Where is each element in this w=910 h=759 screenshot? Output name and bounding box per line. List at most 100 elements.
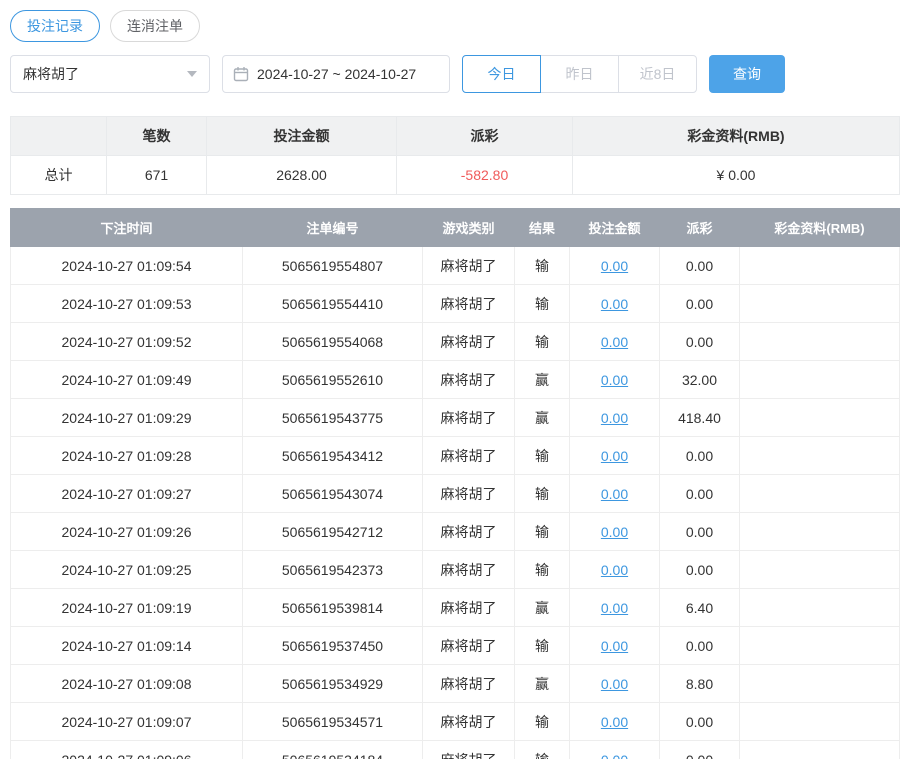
cell-bonus: [740, 247, 900, 285]
cell-bet-time: 2024-10-27 01:09:54: [11, 247, 243, 285]
bet-amount-link[interactable]: 0.00: [601, 334, 628, 350]
bet-amount-link[interactable]: 0.00: [601, 714, 628, 730]
cell-order-id: 5065619543775: [243, 399, 423, 437]
bet-amount-link[interactable]: 0.00: [601, 372, 628, 388]
cell-bonus: [740, 361, 900, 399]
cell-bonus: [740, 703, 900, 741]
cell-payout: 8.80: [660, 665, 740, 703]
bet-table: 下注时间 注单编号 游戏类别 结果 投注金额 派彩 彩金资料(RMB) 2024…: [10, 208, 900, 759]
summary-header-blank: [11, 117, 107, 156]
summary-header-bonus: 彩金资料(RMB): [573, 117, 900, 156]
bet-amount-link[interactable]: 0.00: [601, 296, 628, 312]
cell-order-id: 5065619543412: [243, 437, 423, 475]
summary-payout-value: -582.80: [397, 156, 573, 195]
cell-game-type: 麻将胡了: [423, 361, 515, 399]
cell-order-id: 5065619537450: [243, 627, 423, 665]
bet-table-body: 2024-10-27 01:09:545065619554807麻将胡了输0.0…: [11, 247, 900, 759]
cell-bonus: [740, 741, 900, 759]
date-range-value: 2024-10-27 ~ 2024-10-27: [257, 66, 416, 82]
bet-amount-link[interactable]: 0.00: [601, 600, 628, 616]
cell-game-type: 麻将胡了: [423, 399, 515, 437]
game-select[interactable]: 麻将胡了: [10, 55, 210, 93]
yesterday-button[interactable]: 昨日: [540, 55, 619, 93]
query-button[interactable]: 查询: [709, 55, 785, 93]
cell-game-type: 麻将胡了: [423, 551, 515, 589]
summary-header-row: 笔数 投注金额 派彩 彩金资料(RMB): [11, 117, 900, 156]
cell-bet-time: 2024-10-27 01:09:53: [11, 285, 243, 323]
cell-bonus: [740, 589, 900, 627]
table-row: 2024-10-27 01:09:545065619554807麻将胡了输0.0…: [11, 247, 900, 285]
cell-result: 输: [515, 703, 570, 741]
bet-amount-link[interactable]: 0.00: [601, 638, 628, 654]
tab-betting-records[interactable]: 投注记录: [10, 10, 100, 42]
cell-order-id: 5065619539814: [243, 589, 423, 627]
cell-result: 输: [515, 475, 570, 513]
cell-bet-amount: 0.00: [570, 475, 660, 513]
cell-bonus: [740, 665, 900, 703]
cell-bet-amount: 0.00: [570, 323, 660, 361]
col-header-bet-amount: 投注金额: [570, 209, 660, 247]
last-8-days-button[interactable]: 近8日: [618, 55, 697, 93]
cell-game-type: 麻将胡了: [423, 589, 515, 627]
cell-result: 输: [515, 285, 570, 323]
cell-payout: 0.00: [660, 703, 740, 741]
cell-payout: 6.40: [660, 589, 740, 627]
col-header-game-type: 游戏类别: [423, 209, 515, 247]
game-select-value: 麻将胡了: [23, 64, 79, 84]
col-header-payout: 派彩: [660, 209, 740, 247]
cell-payout: 0.00: [660, 741, 740, 759]
date-range-picker[interactable]: 2024-10-27 ~ 2024-10-27: [222, 55, 450, 93]
cell-game-type: 麻将胡了: [423, 437, 515, 475]
cell-bonus: [740, 285, 900, 323]
tabs-row: 投注记录 连消注单: [10, 10, 900, 42]
cell-bonus: [740, 475, 900, 513]
cell-result: 输: [515, 513, 570, 551]
cell-payout: 0.00: [660, 247, 740, 285]
summary-bonus-value: ¥ 0.00: [573, 156, 900, 195]
summary-header-bet-amount: 投注金额: [207, 117, 397, 156]
tab-cancelled-orders[interactable]: 连消注单: [110, 10, 200, 42]
cell-bet-time: 2024-10-27 01:09:19: [11, 589, 243, 627]
bet-amount-link[interactable]: 0.00: [601, 562, 628, 578]
bet-amount-link[interactable]: 0.00: [601, 676, 628, 692]
cell-order-id: 5065619542373: [243, 551, 423, 589]
cell-game-type: 麻将胡了: [423, 627, 515, 665]
cell-result: 赢: [515, 399, 570, 437]
cell-payout: 0.00: [660, 323, 740, 361]
table-row: 2024-10-27 01:09:255065619542373麻将胡了输0.0…: [11, 551, 900, 589]
summary-header-count: 笔数: [107, 117, 207, 156]
cell-bonus: [740, 551, 900, 589]
table-row: 2024-10-27 01:09:295065619543775麻将胡了赢0.0…: [11, 399, 900, 437]
table-row: 2024-10-27 01:09:265065619542712麻将胡了输0.0…: [11, 513, 900, 551]
cell-order-id: 5065619554068: [243, 323, 423, 361]
cell-result: 输: [515, 323, 570, 361]
cell-game-type: 麻将胡了: [423, 475, 515, 513]
cell-payout: 32.00: [660, 361, 740, 399]
table-row: 2024-10-27 01:09:535065619554410麻将胡了输0.0…: [11, 285, 900, 323]
cell-result: 赢: [515, 665, 570, 703]
bet-amount-link[interactable]: 0.00: [601, 448, 628, 464]
cell-bet-amount: 0.00: [570, 741, 660, 759]
cell-bet-time: 2024-10-27 01:09:52: [11, 323, 243, 361]
cell-payout: 0.00: [660, 513, 740, 551]
cell-bonus: [740, 513, 900, 551]
cell-game-type: 麻将胡了: [423, 323, 515, 361]
bet-amount-link[interactable]: 0.00: [601, 752, 628, 759]
table-row: 2024-10-27 01:09:145065619537450麻将胡了输0.0…: [11, 627, 900, 665]
cell-order-id: 5065619554807: [243, 247, 423, 285]
cell-result: 赢: [515, 589, 570, 627]
betting-records-page: 投注记录 连消注单 麻将胡了 2024-10-27 ~ 2024-10-27 今…: [0, 0, 910, 759]
bet-amount-link[interactable]: 0.00: [601, 410, 628, 426]
table-row: 2024-10-27 01:09:065065619534184麻将胡了输0.0…: [11, 741, 900, 759]
summary-total-label: 总计: [11, 156, 107, 195]
cell-order-id: 5065619542712: [243, 513, 423, 551]
today-button[interactable]: 今日: [462, 55, 541, 93]
cell-bet-amount: 0.00: [570, 589, 660, 627]
summary-total-row: 总计 671 2628.00 -582.80 ¥ 0.00: [11, 156, 900, 195]
cell-bet-amount: 0.00: [570, 665, 660, 703]
bet-amount-link[interactable]: 0.00: [601, 524, 628, 540]
bet-amount-link[interactable]: 0.00: [601, 258, 628, 274]
cell-payout: 0.00: [660, 285, 740, 323]
cell-bet-time: 2024-10-27 01:09:26: [11, 513, 243, 551]
bet-amount-link[interactable]: 0.00: [601, 486, 628, 502]
